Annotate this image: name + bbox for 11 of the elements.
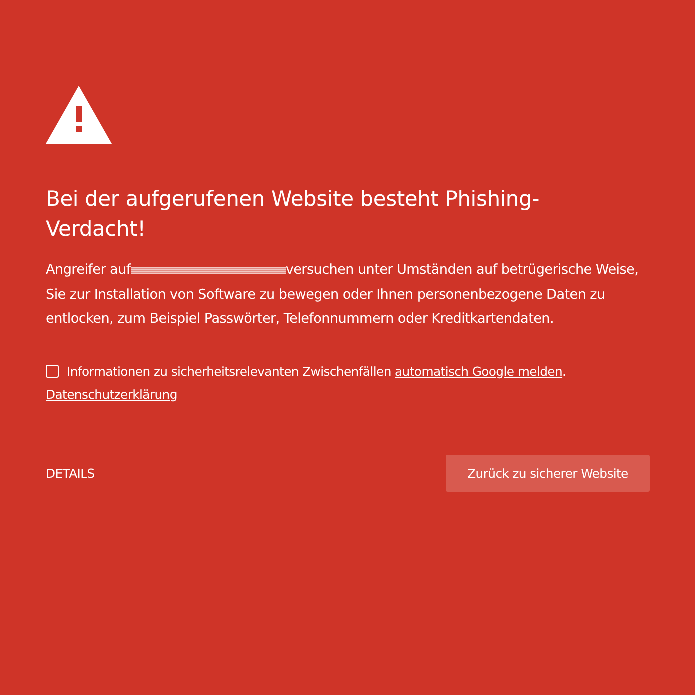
warning-icon (46, 86, 112, 144)
checkbox[interactable] (46, 364, 59, 378)
back-button[interactable]: Zurück zu sicherer Website (446, 454, 650, 492)
description-text: versuchen unter Umständen auf betrügerische Weise, (286, 261, 639, 280)
description-text: Sie zur Installation von Software zu bewegen oder Ihnen personenbezogene Daten zu entlocken, zum Beispiel Passwörter, Telefonnummern oder Kreditkartendaten. (46, 286, 606, 329)
report-label: Informationen zu sicherheitsrelevanten Zwischenfällen automatisch Google melden. (67, 364, 566, 378)
privacy-link[interactable]: Datenschutzerklärung (46, 386, 178, 402)
details-button[interactable]: DETAILS (46, 466, 95, 480)
description-text: Angreifer auf (46, 261, 131, 280)
page-heading: Bei der aufgerufenen Website besteht Phishing-Verdacht! (46, 186, 541, 243)
report-link[interactable]: automatisch Google melden (395, 364, 563, 378)
